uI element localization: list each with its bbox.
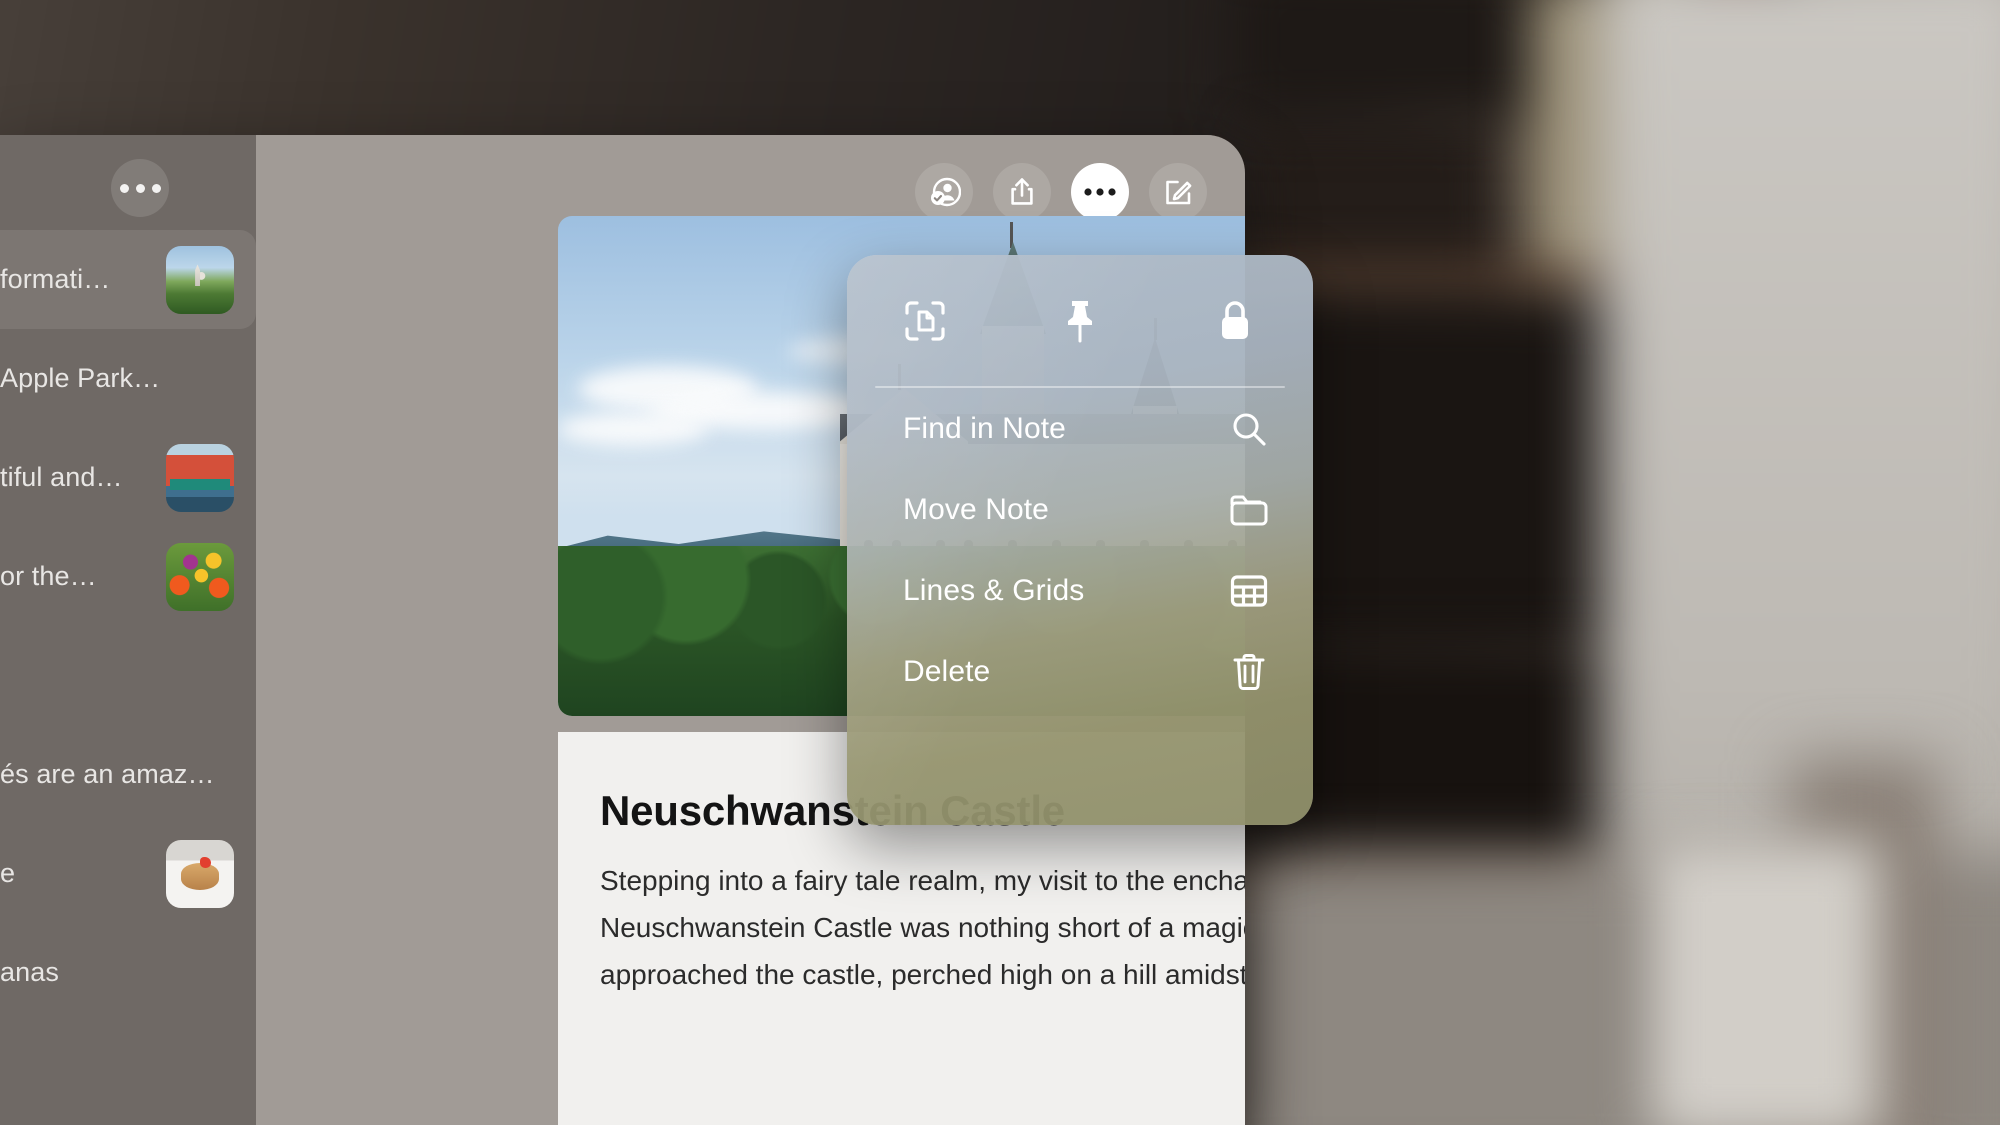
share-button[interactable] [993,163,1051,221]
menu-item-lines-and-grids[interactable]: Lines & Grids [847,550,1313,631]
trash-icon [1229,652,1269,692]
list-item[interactable]: formati… [0,230,256,329]
menu-item-move-note[interactable]: Move Note [847,469,1313,550]
ellipsis-icon [135,183,145,193]
folder-icon [1229,493,1269,527]
scan-document-button[interactable] [847,299,1002,343]
list-item-thumbnail [166,245,234,314]
pin-icon [1067,300,1092,342]
menu-item-delete[interactable]: Delete [847,631,1313,712]
list-item-thumbnail [166,443,234,512]
note-more-context-menu: Find in Note Move Note Lines & Grids Del… [847,255,1313,825]
list-item[interactable]: tiful and… [0,428,256,527]
lock-note-button[interactable] [1158,298,1313,344]
grid-icon [1229,574,1269,608]
ellipsis-icon [119,183,129,193]
lock-icon [1222,300,1249,339]
ellipsis-icon [151,183,161,193]
note-body-text: Stepping into a fairy tale realm, my vis… [600,865,1245,990]
notes-list-sidebar: formati… Apple Park… tiful and… or the… … [0,135,256,1125]
pin-note-button[interactable] [1002,298,1157,344]
list-item[interactable]: és are an amaz… [0,725,256,824]
menu-item-label: Move Note [903,492,1049,526]
list-item[interactable]: or the… [0,527,256,626]
menu-item-label: Lines & Grids [903,573,1085,607]
compose-button[interactable] [1149,163,1207,221]
sidebar-more-button[interactable] [111,159,169,217]
background-object-light [1650,840,1880,1125]
sidebar-toolbar [0,135,256,230]
list-item-label: és are an amaz… [0,759,215,789]
collaborate-button[interactable] [915,163,973,221]
list-item-label: anas [0,957,59,987]
person-check-icon [931,177,961,207]
notes-list: formati… Apple Park… tiful and… or the… … [0,230,256,1022]
menu-item-list: Find in Note Move Note Lines & Grids Del… [847,388,1313,712]
menu-icon-row [847,255,1313,386]
list-item-thumbnail [166,542,234,611]
menu-item-label: Find in Note [903,411,1066,445]
menu-item-find-in-note[interactable]: Find in Note [847,388,1313,469]
list-item[interactable]: anas [0,923,256,1022]
more-button[interactable] [1071,163,1129,221]
search-icon [1229,410,1269,448]
hero-cloud [558,412,708,446]
list-item-label: formati… [0,264,111,294]
list-item-label: e [0,858,16,888]
list-item-label: tiful and… [0,462,123,492]
compose-icon [1166,180,1192,205]
list-item-label: Apple Park… [0,363,161,393]
menu-item-label: Delete [903,654,991,688]
list-item-label: or the… [0,561,97,591]
scan-document-icon [905,300,945,341]
ellipsis-icon [1084,188,1116,196]
share-icon [1011,178,1033,205]
list-item[interactable]: Apple Park… [0,329,256,428]
list-item[interactable]: e [0,824,256,923]
list-item-thumbnail [166,839,234,908]
